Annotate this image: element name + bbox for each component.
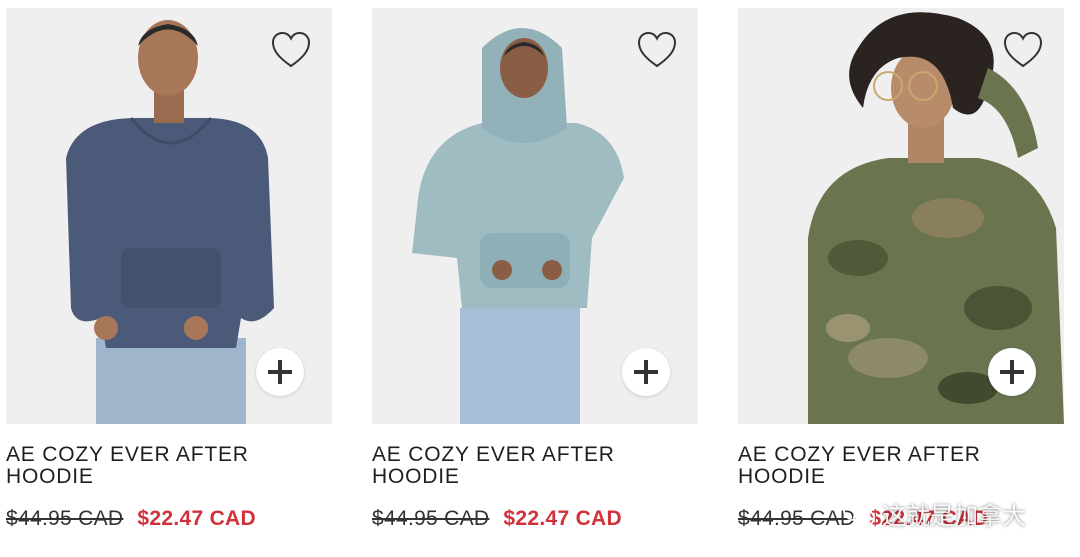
original-price: $44.95 CAD — [372, 507, 490, 530]
sale-price: $22.47 CAD — [137, 507, 256, 530]
product-photo[interactable] — [372, 8, 698, 424]
favorite-button[interactable] — [1002, 30, 1044, 70]
favorite-button[interactable] — [270, 30, 312, 70]
product-photo[interactable] — [6, 8, 332, 424]
quick-add-button[interactable] — [988, 348, 1036, 396]
original-price: $44.95 CAD — [738, 507, 856, 530]
price-row: $44.95 CAD $22.47 CAD — [6, 507, 332, 531]
product-name[interactable]: AE COZY EVER AFTER HOODIE — [738, 444, 1038, 488]
plus-icon — [1000, 360, 1024, 384]
product-card: AE COZY EVER AFTER HOODIE $44.95 CAD $22.… — [372, 8, 698, 531]
price-row: $44.95 CAD $22.47 CAD — [738, 507, 1064, 531]
favorite-button[interactable] — [636, 30, 678, 70]
plus-icon — [634, 360, 658, 384]
quick-add-button[interactable] — [256, 348, 304, 396]
product-card: AE COZY EVER AFTER HOODIE $44.95 CAD $22.… — [738, 8, 1064, 531]
heart-outline-icon — [271, 31, 311, 68]
quick-add-button[interactable] — [622, 348, 670, 396]
original-price: $44.95 CAD — [6, 507, 124, 530]
product-name[interactable]: AE COZY EVER AFTER HOODIE — [372, 444, 672, 488]
product-name[interactable]: AE COZY EVER AFTER HOODIE — [6, 444, 306, 488]
product-photo[interactable] — [738, 8, 1064, 424]
sale-price: $22.47 CAD — [503, 507, 622, 530]
heart-outline-icon — [1003, 31, 1043, 68]
product-card: AE COZY EVER AFTER HOODIE $44.95 CAD $22.… — [6, 8, 332, 531]
plus-icon — [268, 360, 292, 384]
heart-outline-icon — [637, 31, 677, 68]
product-grid: AE COZY EVER AFTER HOODIE $44.95 CAD $22.… — [0, 0, 1080, 557]
price-row: $44.95 CAD $22.47 CAD — [372, 507, 698, 531]
sale-price: $22.47 CAD — [869, 507, 988, 530]
